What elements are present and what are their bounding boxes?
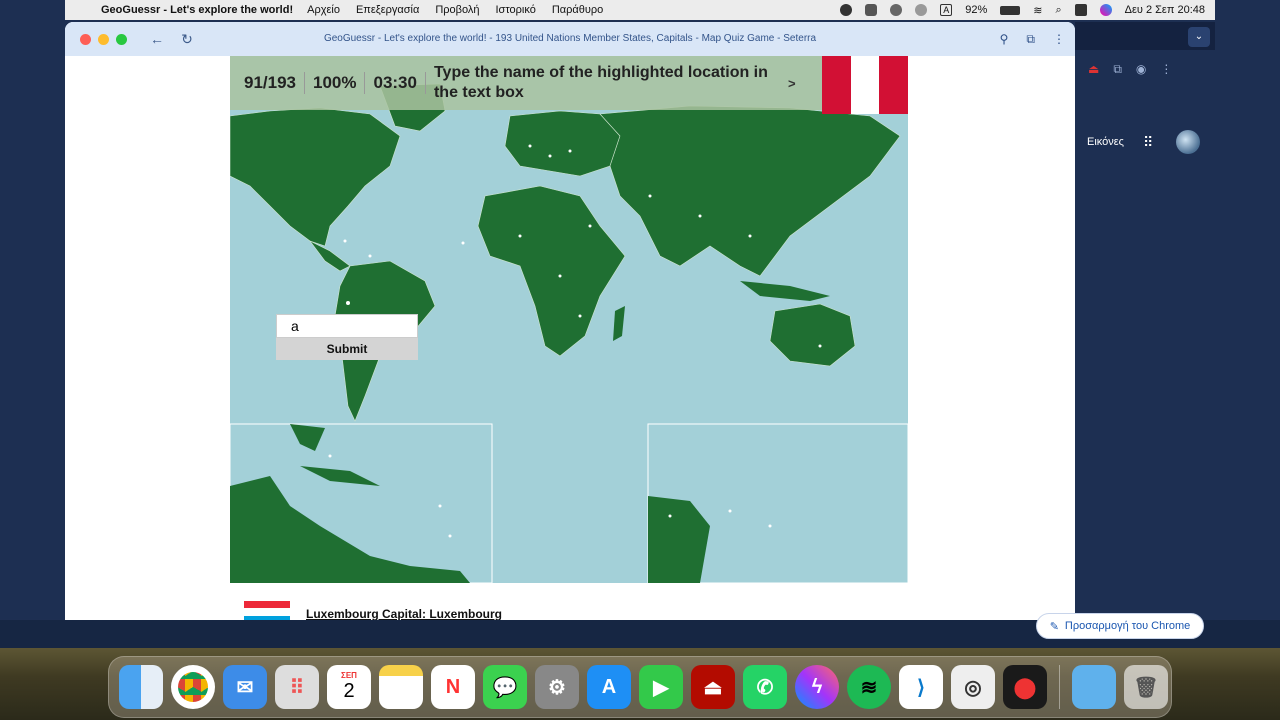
launchpad-icon[interactable]: ⠿: [275, 665, 319, 709]
answer-input[interactable]: [276, 314, 418, 338]
timer: 03:30: [365, 72, 426, 94]
customize-chrome-button[interactable]: ✎ Προσαρμογή του Chrome: [1036, 613, 1204, 639]
quiz-instruction: Type the name of the highlighted locatio…: [433, 64, 768, 101]
window-title: GeoGuessr - Let's explore the world! - 1…: [323, 33, 817, 44]
news-icon[interactable]: N: [431, 665, 475, 709]
submit-button[interactable]: Submit: [276, 338, 418, 360]
kebab-menu-icon[interactable]: ⋮: [1053, 32, 1065, 46]
page-viewport: 91/193 100% 03:30 Type the name of the h…: [65, 56, 1075, 620]
map-quiz-game: 91/193 100% 03:30 Type the name of the h…: [230, 56, 908, 583]
pencil-icon: ✎: [1049, 620, 1059, 633]
globe-icon[interactable]: [915, 4, 928, 16]
profile-avatar[interactable]: [1176, 130, 1200, 154]
battery-icon[interactable]: [1000, 5, 1021, 15]
background-toolbar: ⏏ ⧉ ◉ ⋮: [1088, 62, 1172, 77]
answered-country-info: Luxembourg Capital: Luxembourg: [230, 583, 908, 620]
chrome-icon[interactable]: [171, 665, 215, 709]
notes-icon[interactable]: [379, 665, 423, 709]
progress-counter: 91/193: [230, 72, 305, 94]
calendar-month: ΣΕΠ: [341, 671, 357, 680]
vscode-icon[interactable]: ⟩: [899, 665, 943, 709]
active-app-name[interactable]: GeoGuessr - Let's explore the world!: [101, 4, 293, 16]
dock-separator: [1059, 665, 1060, 709]
back-arrow-icon[interactable]: ←: [149, 31, 165, 47]
screenshot-icon[interactable]: ◎: [951, 665, 995, 709]
flag-band-middle: [244, 608, 290, 616]
record-icon[interactable]: [840, 4, 853, 16]
facetime-icon[interactable]: ▶: [639, 665, 683, 709]
whatsapp-icon[interactable]: ✆: [743, 665, 787, 709]
menu-edit[interactable]: Επεξεργασία: [356, 4, 419, 16]
acrobat-extension-icon[interactable]: ⏏: [1088, 62, 1099, 77]
accuracy-score: 100%: [305, 72, 366, 94]
images-link[interactable]: Εικόνες: [1087, 136, 1124, 148]
downloads-folder-icon[interactable]: [1072, 665, 1116, 709]
acrobat-icon[interactable]: ⏏: [691, 665, 735, 709]
profile-mini-icon[interactable]: ◉: [1136, 62, 1146, 77]
messages-icon[interactable]: 💬: [483, 665, 527, 709]
geoguessr-icon[interactable]: ⬤: [1003, 665, 1047, 709]
flag-stripe-middle: [850, 56, 880, 114]
menu-bar: GeoGuessr - Let's explore the world! Αρχ…: [65, 0, 1215, 20]
spotlight-search-icon[interactable]: ⌕: [1055, 4, 1061, 17]
flag-band-top: [244, 601, 290, 609]
extensions-puzzle-icon[interactable]: ⧉: [1026, 32, 1035, 47]
input-source-indicator[interactable]: A: [940, 4, 953, 16]
tab-search-button[interactable]: ⌄: [1188, 27, 1210, 47]
europe-landmass: [504, 110, 621, 177]
calendar-day: 2: [343, 680, 355, 702]
customize-chrome-label: Προσαρμογή του Chrome: [1064, 620, 1191, 632]
system-settings-icon[interactable]: ⚙: [535, 665, 579, 709]
browser-window: ← ↻ GeoGuessr - Let's explore the world!…: [65, 22, 1075, 620]
minimize-window-button[interactable]: [98, 33, 109, 45]
extensions-icon[interactable]: ⧉: [1113, 62, 1122, 77]
flag-band-bottom: [244, 615, 290, 620]
answered-country-flag: [244, 601, 290, 620]
wifi-icon[interactable]: ≋: [1033, 4, 1042, 17]
answer-form: Submit: [276, 314, 418, 362]
google-apps-icon[interactable]: ⠿: [1143, 134, 1153, 151]
trash-icon[interactable]: 🗑: [1124, 665, 1168, 709]
background-chrome-window: [1075, 22, 1215, 620]
answered-country-text[interactable]: Luxembourg Capital: Luxembourg: [306, 607, 502, 620]
menu-view[interactable]: Προβολή: [435, 4, 479, 16]
app-store-icon[interactable]: A: [587, 665, 631, 709]
siri-icon[interactable]: [1099, 4, 1112, 16]
menu-history[interactable]: Ιστορικό: [496, 4, 536, 16]
spotify-icon[interactable]: ≋: [847, 665, 891, 709]
mail-icon[interactable]: ✉: [223, 665, 267, 709]
menu-window[interactable]: Παράθυρο: [552, 4, 603, 16]
screen-share-icon[interactable]: [890, 4, 903, 16]
messenger-icon[interactable]: ϟ: [795, 665, 839, 709]
quiz-hud: 91/193 100% 03:30 Type the name of the h…: [230, 56, 908, 110]
close-window-button[interactable]: [80, 33, 91, 45]
zoom-window-button[interactable]: [116, 33, 127, 45]
window-controls: [80, 33, 127, 45]
skip-arrow-button[interactable]: >: [788, 76, 796, 91]
control-center-icon[interactable]: [1074, 4, 1087, 16]
titlebar-actions: ⚲ ⧉ ⋮: [1000, 22, 1065, 56]
calendar-icon[interactable]: ΣΕΠ 2: [327, 665, 371, 709]
cloud-icon[interactable]: [865, 4, 878, 16]
browser-titlebar: ← ↻ GeoGuessr - Let's explore the world!…: [65, 22, 1075, 56]
target-country-flag: [822, 56, 908, 114]
zoom-icon[interactable]: ⚲: [1000, 32, 1009, 46]
menu-file[interactable]: Αρχείο: [307, 4, 340, 16]
flag-stripe-right: [879, 56, 908, 114]
reload-icon[interactable]: ↻: [179, 31, 195, 48]
menu-clock[interactable]: Δευ 2 Σεπ 20:48: [1125, 4, 1205, 16]
battery-percent: 92%: [965, 4, 988, 16]
dock: ✉ ⠿ ΣΕΠ 2 N 💬 ⚙ A ▶ ⏏ ✆ ϟ ≋ ⟩ ◎ ⬤ 🗑: [108, 656, 1172, 718]
finder-icon[interactable]: [119, 665, 163, 709]
chrome-logo-icon: [178, 672, 208, 702]
more-menu-icon[interactable]: ⋮: [1160, 62, 1172, 77]
flag-stripe-left: [822, 56, 851, 114]
status-area: A 92% ≋ ⌕ Δευ 2 Σεπ 20:48: [840, 4, 1205, 17]
